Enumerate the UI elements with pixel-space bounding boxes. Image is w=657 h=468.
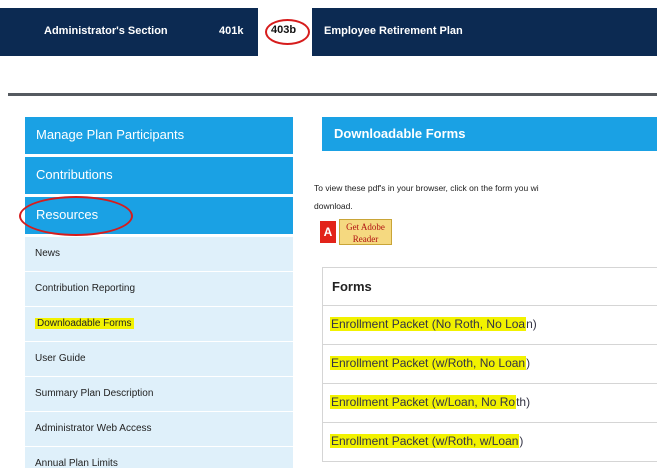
adobe-brand-text: Adobe [360,222,385,232]
form-link-label-highlighted: Enrollment Packet (w/Roth, No Loan [330,356,527,370]
top-nav-left: Administrator's Section 401k [0,8,258,56]
get-adobe-reader-badge[interactable]: A Get Adobe Reader [320,218,392,246]
tab-401k[interactable]: 401k [219,25,243,37]
sidebar-subitem-downloadable-forms-label: Downloadable Forms [35,318,134,329]
form-link-no-roth-no-loan[interactable]: Enrollment Packet (No Roth, No Loan) [322,306,657,345]
sidebar-item-resources[interactable]: Resources [19,196,293,236]
sidebar-subitem-news[interactable]: News [25,237,293,271]
adobe-reader-text: Reader [352,234,379,244]
forms-table: Forms Enrollment Packet (No Roth, No Loa… [322,267,657,462]
page-title: Downloadable Forms [322,117,657,151]
form-link-roth-no-loan[interactable]: Enrollment Packet (w/Roth, No Loan) [322,345,657,384]
adobe-logo-icon: A [320,221,336,243]
sidebar-subitem-summary-plan-description[interactable]: Summary Plan Description [25,377,293,411]
form-link-label-highlighted: Enrollment Packet (w/Roth, w/Loan [330,434,520,448]
form-link-label-rest: ) [526,356,531,370]
sidebar-subitem-downloadable-forms[interactable]: Downloadable Forms [25,307,293,341]
plan-title: Employee Retirement Plan [324,25,463,37]
header-divider [8,93,657,96]
form-link-label-rest: ) [519,434,524,448]
sidebar-item-contributions[interactable]: Contributions [25,157,293,194]
form-link-label-rest: th) [516,395,531,409]
top-nav-right: Employee Retirement Plan [312,8,657,56]
form-link-loan-no-roth[interactable]: Enrollment Packet (w/Loan, No Roth) [322,384,657,423]
intro-text-line2: download. [314,201,353,211]
adobe-reader-label: Get Adobe Reader [339,219,392,245]
forms-heading: Forms [322,268,657,306]
form-link-roth-loan[interactable]: Enrollment Packet (w/Roth, w/Loan) [322,423,657,462]
sidebar-subitem-annual-plan-limits[interactable]: Annual Plan Limits [25,447,293,468]
main-content: Downloadable Forms To view these pdf's i… [314,117,657,462]
sidebar-item-manage-plan-participants[interactable]: Manage Plan Participants [25,117,293,154]
intro-text-line1: To view these pdf's in your browser, cli… [314,183,539,193]
annotation-circle-resources [19,196,133,236]
top-navigation: Administrator's Section 401k 403b Employ… [0,8,657,56]
sidebar-subitem-user-guide[interactable]: User Guide [25,342,293,376]
form-link-label-highlighted: Enrollment Packet (w/Loan, No Ro [330,395,517,409]
admin-section-link[interactable]: Administrator's Section [44,25,168,37]
sidebar-subitem-administrator-web-access[interactable]: Administrator Web Access [25,412,293,446]
sidebar: Manage Plan Participants Contributions R… [19,117,293,468]
sidebar-subitem-contribution-reporting[interactable]: Contribution Reporting [25,272,293,306]
adobe-get-text: Get [346,222,360,232]
form-link-label-rest: n) [526,317,537,331]
form-link-label-highlighted: Enrollment Packet (No Roth, No Loa [330,317,527,331]
annotation-circle-403b [265,19,310,45]
